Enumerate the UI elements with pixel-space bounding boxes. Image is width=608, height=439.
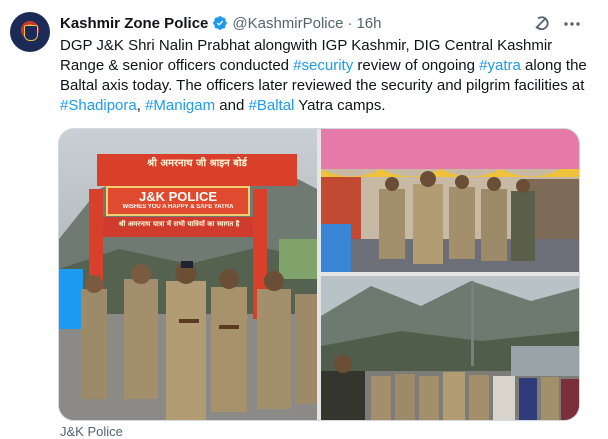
- tweet-text-segment: ,: [136, 97, 146, 114]
- hashtag-link[interactable]: #yatra: [479, 57, 521, 74]
- tweet-text-segment: and: [215, 97, 249, 114]
- tweet-header: Kashmir Zone Police @KashmirPolice · 16h: [60, 13, 548, 33]
- verified-badge-icon[interactable]: [212, 15, 228, 31]
- banner-title: J&K POLICE: [138, 189, 217, 204]
- banner-subtitle: WISHES YOU A HAPPY & SAFE YATRA: [122, 204, 234, 210]
- tweet-text-segment: review of ongoing: [353, 57, 480, 74]
- hashtag-link[interactable]: #Manigam: [145, 97, 215, 114]
- avatar[interactable]: [10, 12, 50, 52]
- photo-officers-on-road[interactable]: [321, 276, 579, 420]
- banner-top-line: श्री अमरनाथ जी श्राइन बोर्ड: [147, 158, 247, 169]
- tweet-text-segment: Yatra camps.: [294, 97, 386, 114]
- photo-officers-under-banner[interactable]: श्री अमरनाथ जी श्राइन बोर्ड J&K POLICE W…: [59, 129, 317, 420]
- banner-bottom-line: श्री अमरनाथ यात्रा में सभी यात्रियों का …: [118, 220, 240, 228]
- hashtag-link[interactable]: #Baltal: [249, 97, 295, 114]
- photo-officers-under-canopy[interactable]: [321, 129, 579, 272]
- author-handle[interactable]: @KashmirPolice: [232, 15, 343, 32]
- grok-icon[interactable]: [532, 13, 552, 33]
- tweet-text: DGP J&K Shri Nalin Prabhat alongwith IGP…: [60, 36, 588, 116]
- separator-dot: ·: [347, 14, 353, 32]
- author-name[interactable]: Kashmir Zone Police: [60, 15, 208, 32]
- media-caption: J&K Police: [60, 424, 123, 439]
- tweet-timestamp[interactable]: 16h: [356, 15, 381, 32]
- more-options-icon[interactable]: [562, 14, 582, 34]
- media-grid[interactable]: श्री अमरनाथ जी श्राइन बोर्ड J&K POLICE W…: [58, 128, 580, 421]
- hashtag-link[interactable]: #Shadipora: [60, 97, 137, 114]
- hashtag-link[interactable]: #security: [293, 57, 353, 74]
